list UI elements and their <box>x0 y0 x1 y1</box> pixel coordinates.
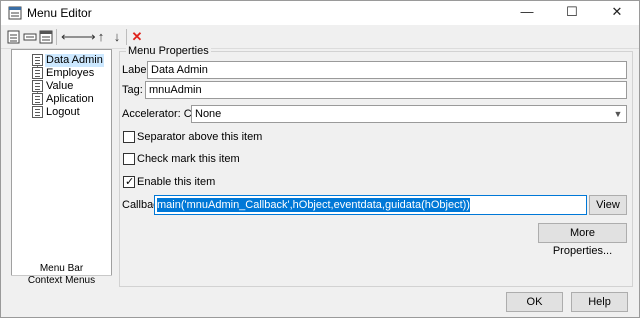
tag-caption: Tag: <box>122 84 143 96</box>
tree-item-data-admin[interactable]: Data Admin <box>12 54 111 67</box>
tree-item-logout[interactable]: Logout <box>12 106 111 119</box>
menu-item-icon <box>32 93 43 105</box>
tree-item-label: Data Admin <box>45 54 104 67</box>
check-mark-checkbox[interactable] <box>123 153 135 165</box>
chevron-down-icon[interactable]: ▼ <box>610 106 626 122</box>
help-button[interactable]: Help <box>571 292 628 312</box>
maximize-button[interactable]: ☐ <box>550 1 594 25</box>
new-menu-item-icon[interactable] <box>22 29 38 45</box>
move-down-icon[interactable]: ↓ <box>109 29 125 45</box>
delete-icon[interactable]: ✕ <box>129 29 145 45</box>
accelerator-select[interactable]: None ▼ <box>191 105 627 123</box>
tree-item-value[interactable]: Value <box>12 80 111 93</box>
more-properties-button[interactable]: More Properties... <box>538 223 627 257</box>
move-right-icon[interactable]: ⟶ <box>77 29 96 45</box>
move-up-icon[interactable]: ↑ <box>93 29 109 45</box>
new-menu-icon[interactable] <box>6 29 22 45</box>
separator-checkbox[interactable] <box>123 131 135 143</box>
view-button[interactable]: View <box>589 195 627 215</box>
close-button[interactable]: ✕ <box>595 1 639 25</box>
enable-checkbox[interactable] <box>123 175 135 188</box>
tree-item-label: Value <box>46 80 74 92</box>
menu-item-icon <box>32 80 43 92</box>
toolbar: ⟵ ⟶ ↑ ↓ ✕ <box>1 25 639 49</box>
menu-editor-app-icon <box>8 6 22 20</box>
tree-item-label: Aplication <box>46 93 94 105</box>
menu-tree-panel: Data Admin Employes Value Aplication Log… <box>11 49 112 285</box>
callback-selected-text: main('mnuAdmin_Callback',hObject,eventda… <box>157 198 470 212</box>
menu-item-icon <box>32 54 43 66</box>
tree-item-aplication[interactable]: Aplication <box>12 93 111 106</box>
toolbar-separator <box>56 29 57 45</box>
callback-input[interactable]: main('mnuAdmin_Callback',hObject,eventda… <box>154 195 587 215</box>
move-left-icon[interactable]: ⟵ <box>61 29 80 45</box>
window-title: Menu Editor <box>27 6 92 20</box>
menu-editor-window: Menu Editor — ☐ ✕ ⟵ ⟶ ↑ ↓ ✕ Data Admin E… <box>0 0 640 318</box>
menu-item-icon <box>32 67 43 79</box>
menu-properties-legend: Menu Properties <box>126 45 211 57</box>
minimize-button[interactable]: — <box>505 1 549 25</box>
separator-label: Separator above this item <box>137 131 263 143</box>
new-context-menu-icon[interactable] <box>38 29 54 45</box>
enable-label: Enable this item <box>137 176 216 188</box>
menu-item-icon <box>32 106 43 118</box>
check-mark-label: Check mark this item <box>137 153 240 165</box>
tag-input[interactable]: mnuAdmin <box>145 81 627 99</box>
tree-item-label: Employes <box>46 67 95 79</box>
accelerator-value: None <box>195 108 222 120</box>
label-input[interactable]: Data Admin <box>147 61 627 79</box>
tab-context-menus[interactable]: Context Menus <box>11 275 112 286</box>
tab-menu-bar[interactable]: Menu Bar <box>11 263 112 275</box>
title-bar: Menu Editor — ☐ ✕ <box>1 1 639 25</box>
toolbar-separator <box>126 29 127 45</box>
ok-button[interactable]: OK <box>506 292 563 312</box>
tree-item-label: Logout <box>46 106 80 118</box>
tree-item-employes[interactable]: Employes <box>12 67 111 80</box>
